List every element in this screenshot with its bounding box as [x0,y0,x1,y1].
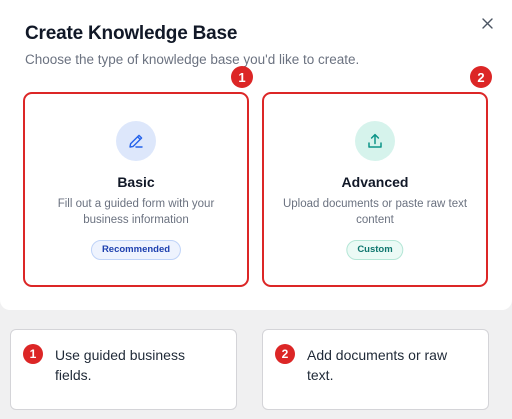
basic-option-card[interactable]: Basic Fill out a guided form with your b… [23,92,249,287]
dialog-title: Create Knowledge Base [25,23,238,44]
upload-icon [368,133,382,148]
note-text-1: Use guided business fields. [55,347,185,383]
advanced-card-title: Advanced [341,174,409,190]
annotation-note-1: 1 Use guided business fields. [10,329,237,410]
basic-icon-circle [116,121,156,161]
basic-card-description: Fill out a guided form with your busines… [57,198,215,226]
close-button[interactable] [478,14,496,32]
note-text-2: Add documents or raw text. [307,347,448,383]
note-marker-2: 2 [275,344,295,364]
dialog-subtitle: Choose the type of knowledge base you'd … [25,52,360,67]
pencil-icon [129,134,143,148]
annotation-marker-1: 1 [231,66,253,88]
basic-card-title: Basic [117,174,155,190]
recommended-badge: Recommended [90,240,182,260]
advanced-icon-circle [355,121,395,161]
annotation-marker-2: 2 [470,66,492,88]
advanced-option-card[interactable]: Advanced Upload documents or paste raw t… [262,92,488,287]
note-marker-1: 1 [23,344,43,364]
advanced-card-description: Upload documents or paste raw text conte… [282,198,468,226]
annotation-note-2: 2 Add documents or raw text. [262,329,489,410]
create-knowledge-base-dialog: Create Knowledge Base Choose the type of… [0,0,512,310]
close-icon [481,17,493,29]
custom-badge: Custom [346,240,404,260]
